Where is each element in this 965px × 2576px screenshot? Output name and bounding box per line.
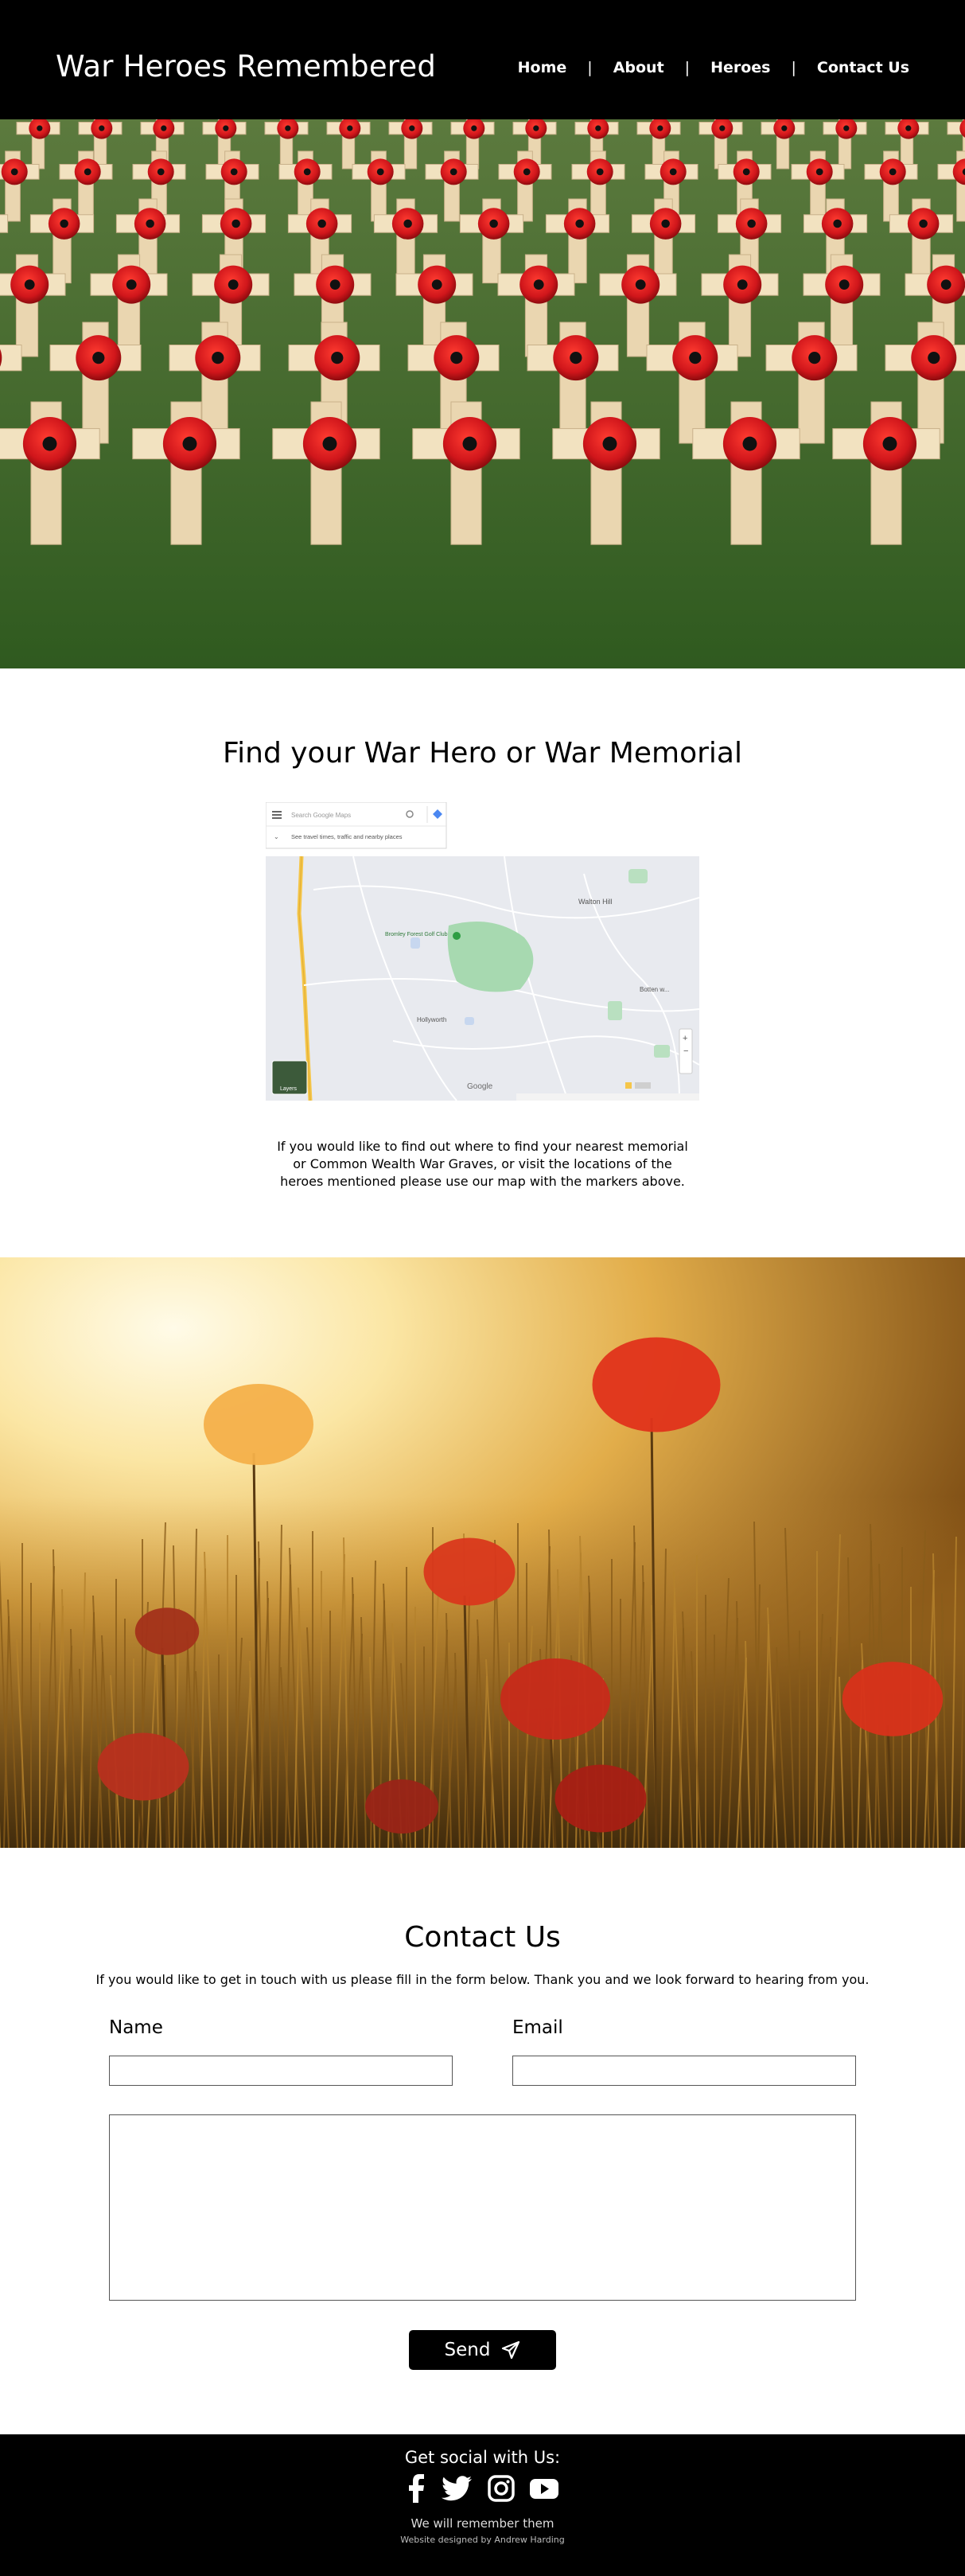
svg-text:+: + (683, 1034, 687, 1043)
nav-separator: | (684, 59, 691, 76)
google-logo: Google (467, 1082, 493, 1091)
find-description: If you would like to find out where to f… (277, 1139, 688, 1189)
footer-credit: Website designed by Andrew Harding (400, 2535, 565, 2545)
svg-text:Walton Hill: Walton Hill (578, 898, 613, 906)
site-title[interactable]: War Heroes Remembered (56, 49, 436, 84)
contact-intro: If you would like to get in touch with u… (95, 1972, 870, 1987)
email-label: Email (512, 2017, 563, 2038)
map-travel-text: See travel times, traffic and nearby pla… (291, 833, 403, 840)
svg-text:−: − (683, 1046, 688, 1056)
social-links (0, 2474, 965, 2503)
site-footer: Get social with Us: We will remember the… (0, 2434, 965, 2576)
poppy-field-image (0, 1257, 965, 1848)
map-search-placeholder[interactable]: Search Google Maps (291, 812, 351, 819)
nav-heroes[interactable]: Heroes (710, 59, 770, 76)
site-header: War Heroes Remembered Home | About | Her… (0, 0, 965, 119)
nav-separator: | (587, 59, 593, 76)
message-textarea[interactable] (109, 2114, 856, 2301)
instagram-icon[interactable] (487, 2474, 515, 2503)
svg-text:⌄: ⌄ (274, 833, 279, 840)
google-map-embed[interactable]: Search Google Maps ⌄ See travel times, t… (265, 801, 700, 1101)
name-label: Name (109, 2017, 163, 2038)
facebook-icon[interactable] (407, 2474, 427, 2503)
svg-text:Layers: Layers (280, 1086, 298, 1092)
contact-heading: Contact Us (404, 1921, 561, 1954)
send-button[interactable]: Send (409, 2330, 556, 2370)
svg-text:Hollyworth: Hollyworth (417, 1016, 446, 1023)
paper-plane-icon (502, 2340, 520, 2360)
social-heading: Get social with Us: (404, 2448, 561, 2467)
email-input[interactable] (512, 2056, 856, 2086)
nav-about[interactable]: About (613, 59, 664, 76)
find-heading: Find your War Hero or War Memorial (223, 737, 742, 770)
send-label: Send (444, 2340, 491, 2360)
svg-text:Bromley Forest Golf Club: Bromley Forest Golf Club (385, 932, 448, 937)
nav-home[interactable]: Home (518, 59, 567, 76)
nav-contact[interactable]: Contact Us (817, 59, 909, 76)
youtube-icon[interactable] (529, 2474, 559, 2503)
name-input[interactable] (109, 2056, 453, 2086)
footer-tagline: We will remember them (411, 2516, 554, 2531)
svg-text:Botten w...: Botten w... (640, 986, 669, 993)
hero-image-crosses-poppies (0, 119, 965, 668)
main-nav: Home | About | Heroes | Contact Us (518, 59, 909, 76)
nav-separator: | (791, 59, 796, 76)
twitter-icon[interactable] (441, 2474, 473, 2503)
